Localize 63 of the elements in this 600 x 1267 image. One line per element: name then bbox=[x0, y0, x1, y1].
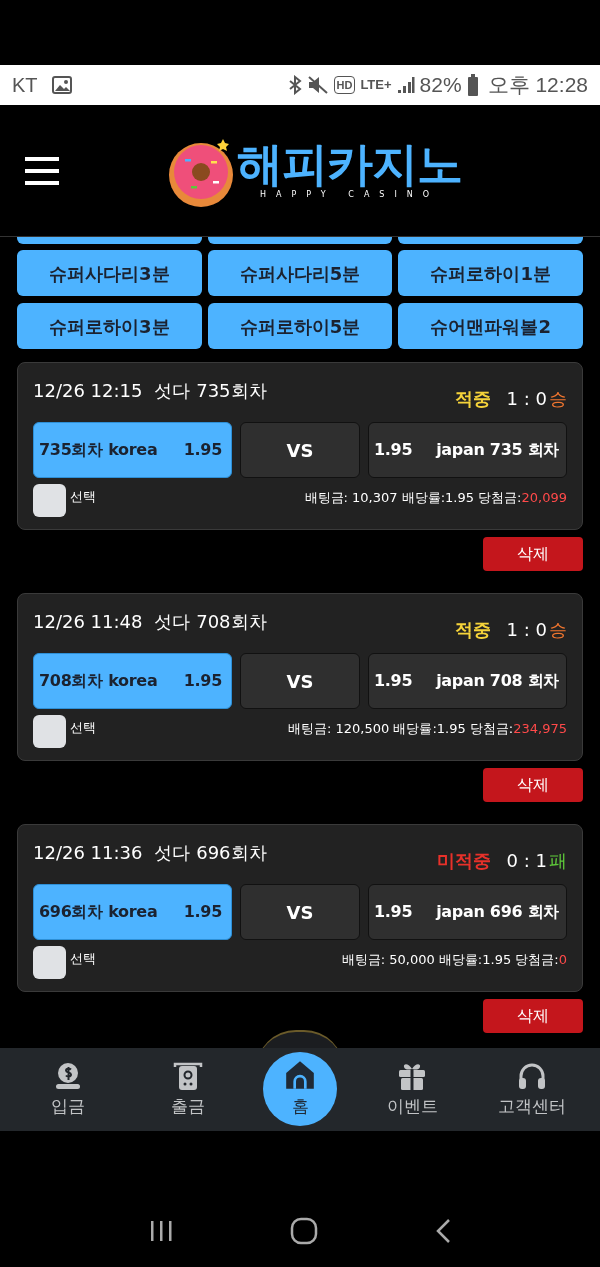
recent-apps-icon[interactable] bbox=[148, 1219, 173, 1243]
score: 0 : 1 bbox=[506, 849, 547, 873]
vs-button[interactable]: VS bbox=[240, 422, 360, 478]
nav-tab[interactable]: 고객센터 bbox=[487, 1059, 577, 1120]
bet-summary: 배팅금: 10,307 배당률:1.95 당첨금:20,099 bbox=[304, 488, 567, 507]
bet-summary: 배팅금: 120,500 배당률:1.95 당첨금:234,975 bbox=[288, 719, 567, 738]
outcome-label: 패 bbox=[549, 849, 567, 873]
score: 1 : 0 bbox=[506, 387, 547, 411]
bet-option-button[interactable]: 1.95 japan 735 회차 bbox=[368, 422, 567, 478]
nav-tab[interactable]: 입금 bbox=[23, 1059, 113, 1120]
checkbox-label: 선택 bbox=[70, 949, 96, 968]
home-button-icon[interactable] bbox=[290, 1217, 318, 1245]
signal-icon bbox=[396, 76, 415, 94]
delete-button[interactable]: 삭제 bbox=[483, 537, 583, 571]
bet-datetime: 12/26 12:15 bbox=[33, 379, 143, 403]
bet-option-button[interactable]: 1.95 japan 696 회차 bbox=[368, 884, 567, 940]
mute-icon bbox=[306, 75, 329, 95]
game-round: 섯다 735회차 bbox=[154, 379, 267, 403]
checkbox-label: 선택 bbox=[70, 487, 96, 506]
game-button-edge[interactable] bbox=[207, 237, 393, 244]
bet-option-button[interactable]: 696회차 korea 1.95 bbox=[33, 884, 232, 940]
delete-button[interactable]: 삭제 bbox=[483, 999, 583, 1033]
checkbox[interactable] bbox=[33, 715, 66, 748]
game-button[interactable]: 슈퍼사다리3분 bbox=[17, 250, 202, 296]
bet-option-button[interactable]: 1.95 japan 708 회차 bbox=[368, 653, 567, 709]
bet-option-button[interactable]: 708회차 korea 1.95 bbox=[33, 653, 232, 709]
network-indicator: LTE+ bbox=[360, 76, 392, 95]
logo-subtitle: HAPPY CASINO bbox=[259, 189, 440, 201]
nav-tab[interactable]: 출금 bbox=[143, 1059, 233, 1120]
vs-button[interactable]: VS bbox=[240, 653, 360, 709]
carrier: KT bbox=[12, 73, 38, 98]
bet-datetime: 12/26 11:36 bbox=[33, 841, 143, 865]
outcome-label: 승 bbox=[549, 387, 567, 411]
score: 1 : 0 bbox=[506, 618, 547, 642]
outcome-label: 승 bbox=[549, 618, 567, 642]
battery-percent: 82% bbox=[419, 72, 462, 99]
result-label: 적중 bbox=[454, 618, 491, 642]
game-round: 섯다 696회차 bbox=[154, 841, 267, 865]
game-round: 섯다 708회차 bbox=[154, 610, 267, 634]
menu-icon[interactable] bbox=[25, 156, 59, 185]
delete-button[interactable]: 삭제 bbox=[483, 768, 583, 802]
game-button[interactable]: 슈퍼로하이3분 bbox=[17, 303, 202, 349]
nav-tab[interactable]: 홈 bbox=[263, 1051, 337, 1126]
checkbox[interactable] bbox=[33, 484, 66, 517]
bet-option-button[interactable]: 735회차 korea 1.95 bbox=[33, 422, 232, 478]
bluetooth-icon bbox=[287, 75, 302, 95]
nav-tab[interactable]: 이벤트 bbox=[367, 1059, 457, 1120]
hd-indicator: HD bbox=[333, 75, 356, 95]
vs-button[interactable]: VS bbox=[240, 884, 360, 940]
back-icon[interactable] bbox=[435, 1218, 452, 1244]
game-button[interactable]: 슈퍼로하이5분 bbox=[207, 303, 393, 349]
image-icon bbox=[51, 76, 72, 94]
checkbox-label: 선택 bbox=[70, 718, 96, 737]
game-button[interactable]: 슈퍼로하이1분 bbox=[398, 250, 583, 296]
game-button[interactable]: 슈어맨파워볼2 bbox=[398, 303, 583, 349]
clock: 오후 12:28 bbox=[487, 72, 588, 99]
bet-datetime: 12/26 11:48 bbox=[33, 610, 143, 634]
result-label: 미적중 bbox=[436, 849, 491, 873]
battery-icon bbox=[466, 74, 479, 96]
checkbox[interactable] bbox=[33, 946, 66, 979]
bet-summary: 배팅금: 50,000 배당률:1.95 당첨금:0 bbox=[341, 950, 567, 969]
result-label: 적중 bbox=[454, 387, 491, 411]
game-button[interactable]: 슈퍼사다리5분 bbox=[207, 250, 393, 296]
